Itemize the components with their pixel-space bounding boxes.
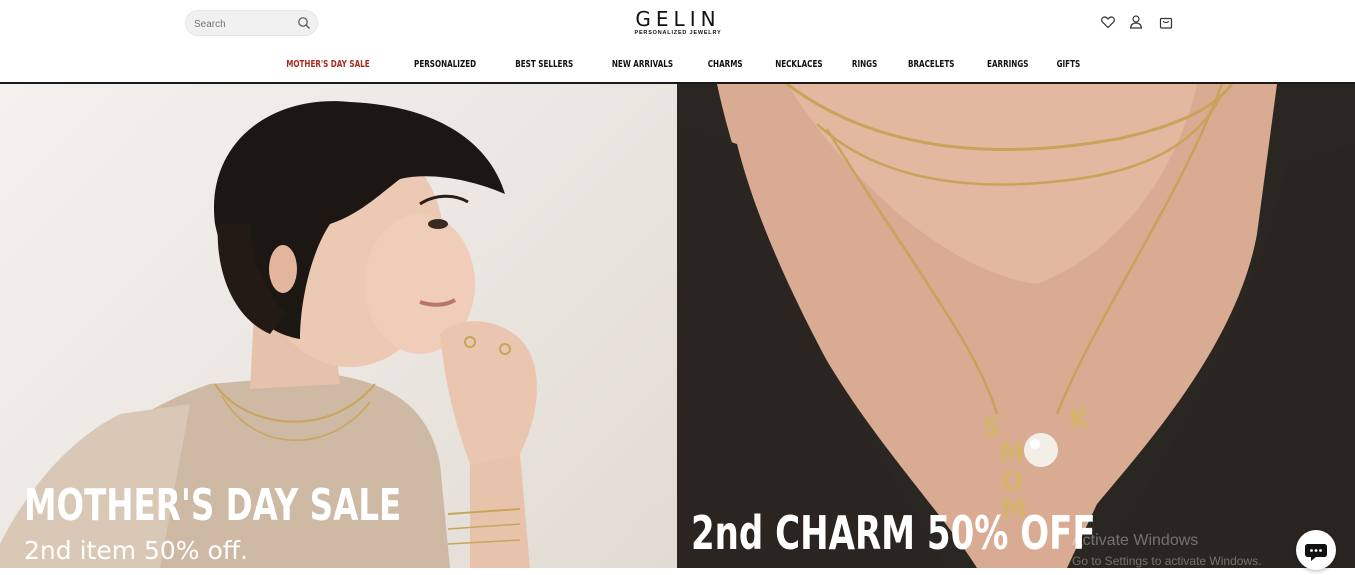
site-header: GELIN PERSONALIZED JEWELRY MOTHER'S DAY … bbox=[0, 0, 1355, 82]
nav-item-gifts[interactable]: GIFTS bbox=[1057, 56, 1081, 74]
hero-left-title: MOTHER'S DAY SALE bbox=[24, 480, 402, 531]
search-icon[interactable] bbox=[297, 16, 311, 30]
nav-item-new-arrivals[interactable]: NEW ARRIVALS bbox=[612, 56, 673, 74]
nav-item-mothers-day-sale[interactable]: MOTHER'S DAY SALE bbox=[286, 56, 369, 74]
user-icon[interactable] bbox=[1128, 14, 1144, 30]
logo-tagline: PERSONALIZED JEWELRY bbox=[634, 30, 722, 36]
hero-right-title: 2nd CHARM 50% OFF bbox=[691, 506, 1096, 560]
logo[interactable]: GELIN PERSONALIZED JEWELRY bbox=[620, 8, 736, 36]
main-nav: MOTHER'S DAY SALE PERSONALIZED BEST SELL… bbox=[0, 56, 1355, 74]
chat-button[interactable] bbox=[1296, 530, 1336, 570]
nav-item-personalized[interactable]: PERSONALIZED bbox=[414, 56, 476, 74]
nav-item-bracelets[interactable]: BRACELETS bbox=[908, 56, 954, 74]
charm-letter: M bbox=[999, 439, 1025, 469]
chat-icon bbox=[1305, 544, 1327, 561]
search-input[interactable] bbox=[192, 11, 296, 37]
nav-item-best-sellers[interactable]: BEST SELLERS bbox=[515, 56, 573, 74]
watermark-subtitle: Go to Settings to activate Windows. bbox=[1072, 554, 1262, 568]
nav-item-charms[interactable]: CHARMS bbox=[708, 56, 743, 74]
hero-charms[interactable]: S M O M K 2nd CHARM 50% OFF bbox=[677, 84, 1355, 568]
nav-item-rings[interactable]: RINGS bbox=[852, 56, 877, 74]
watermark-title: Activate Windows bbox=[1072, 532, 1199, 549]
nav-item-necklaces[interactable]: NECKLACES bbox=[775, 56, 822, 74]
charm-letter: S bbox=[982, 413, 1001, 443]
charm-letter: K bbox=[1069, 405, 1090, 435]
nav-item-earrings[interactable]: EARRINGS bbox=[987, 56, 1028, 74]
bag-icon[interactable] bbox=[1158, 14, 1174, 30]
heart-icon[interactable] bbox=[1100, 14, 1116, 30]
charm-letter: O bbox=[1001, 467, 1024, 497]
hero-left-subtitle: 2nd item 50% off. bbox=[24, 536, 248, 565]
search-box[interactable] bbox=[185, 10, 318, 37]
hero-mothers-day[interactable]: MOTHER'S DAY SALE 2nd item 50% off. bbox=[0, 84, 677, 568]
logo-wordmark: GELIN bbox=[635, 7, 721, 31]
